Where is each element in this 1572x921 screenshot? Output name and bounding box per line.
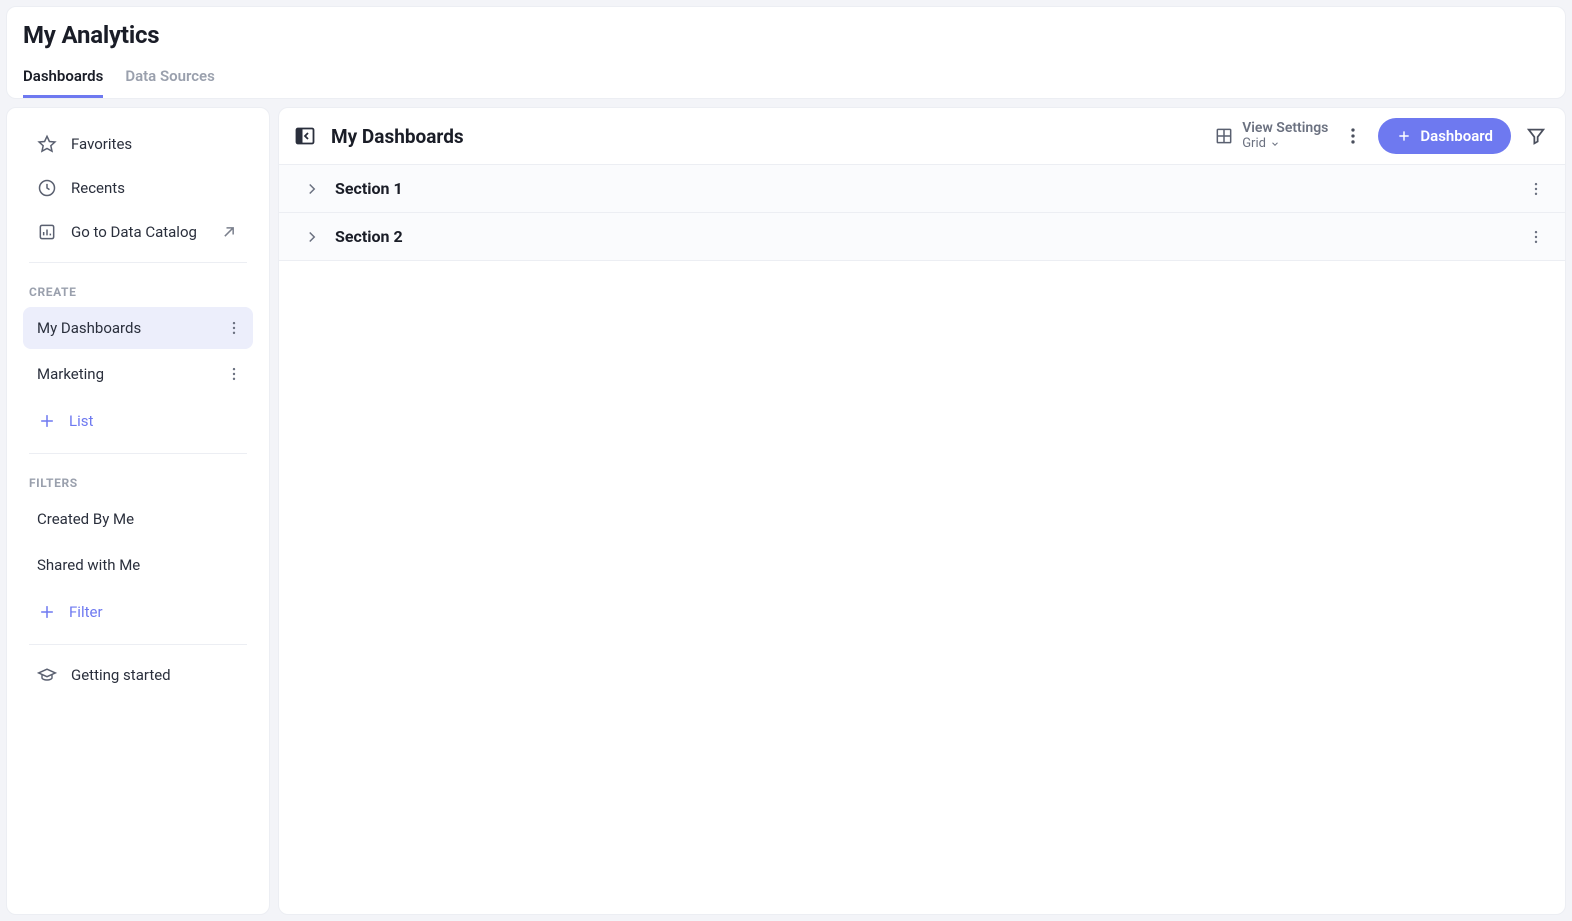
divider — [29, 644, 247, 645]
sidebar-item-created-by-me[interactable]: Created By Me — [23, 498, 253, 540]
app-root: My Analytics Dashboards Data Sources Fav… — [6, 6, 1566, 915]
clock-icon — [37, 178, 57, 198]
catalog-icon — [37, 222, 57, 242]
sidebar-add-label: List — [69, 412, 93, 430]
sidebar: Favorites Recents Go to Data Catalog — [6, 107, 270, 915]
chevron-right-icon[interactable] — [303, 180, 321, 198]
chevron-right-icon[interactable] — [303, 228, 321, 246]
section-title: Section 2 — [335, 227, 1513, 246]
plus-icon — [37, 411, 57, 431]
sidebar-getting-started-section: Getting started — [13, 653, 263, 697]
sidebar-nav-section: Favorites Recents Go to Data Catalog — [13, 122, 263, 254]
chevron-down-icon — [1270, 139, 1280, 149]
divider — [29, 262, 247, 263]
section-more-button[interactable] — [1527, 228, 1545, 246]
sidebar-item-label: Favorites — [71, 135, 132, 153]
app-body: Favorites Recents Go to Data Catalog — [6, 107, 1566, 915]
sidebar-add-list[interactable]: List — [23, 399, 253, 443]
sidebar-item-favorites[interactable]: Favorites — [23, 122, 253, 166]
more-icon[interactable] — [225, 365, 243, 383]
graduation-cap-icon — [37, 665, 57, 685]
sidebar-item-marketing[interactable]: Marketing — [23, 353, 253, 395]
sidebar-item-data-catalog[interactable]: Go to Data Catalog — [23, 210, 253, 254]
grid-icon — [1214, 126, 1234, 146]
add-dashboard-label: Dashboard — [1420, 127, 1493, 145]
sidebar-create-header: CREATE — [13, 271, 263, 305]
tab-data-sources[interactable]: Data Sources — [125, 67, 215, 98]
star-icon — [37, 134, 57, 154]
filter-button[interactable] — [1525, 125, 1547, 147]
plus-icon — [1396, 128, 1412, 144]
view-settings-label: View Settings — [1242, 120, 1328, 136]
sidebar-item-my-dashboards[interactable]: My Dashboards — [23, 307, 253, 349]
header-tabs: Dashboards Data Sources — [23, 67, 1549, 98]
divider — [29, 453, 247, 454]
collapse-sidebar-icon[interactable] — [293, 124, 317, 148]
section-more-button[interactable] — [1527, 180, 1545, 198]
sidebar-item-label: Getting started — [71, 666, 171, 684]
sidebar-add-label: Filter — [69, 603, 103, 621]
view-settings-text: View Settings Grid — [1242, 120, 1328, 151]
sidebar-item-label: My Dashboards — [37, 319, 141, 337]
view-settings-value-text: Grid — [1242, 137, 1266, 152]
header-more-button[interactable] — [1342, 125, 1364, 147]
tab-dashboards[interactable]: Dashboards — [23, 67, 103, 98]
view-settings[interactable]: View Settings Grid — [1214, 120, 1328, 151]
sidebar-item-label: Recents — [71, 179, 125, 197]
app-header: My Analytics Dashboards Data Sources — [6, 6, 1566, 99]
sidebar-item-label: Created By Me — [37, 510, 134, 528]
main-panel: My Dashboards View Settings Grid — [278, 107, 1566, 915]
sidebar-item-shared-with-me[interactable]: Shared with Me — [23, 544, 253, 586]
sidebar-add-filter[interactable]: Filter — [23, 590, 253, 634]
sidebar-item-label: Go to Data Catalog — [71, 223, 205, 241]
main-title: My Dashboards — [331, 125, 464, 148]
section-title: Section 1 — [335, 179, 1513, 198]
sidebar-item-recents[interactable]: Recents — [23, 166, 253, 210]
sidebar-item-label: Marketing — [37, 365, 104, 383]
app-title: My Analytics — [23, 21, 1549, 49]
add-dashboard-button[interactable]: Dashboard — [1378, 118, 1511, 154]
plus-icon — [37, 602, 57, 622]
section-row[interactable]: Section 1 — [279, 165, 1565, 213]
sidebar-item-label: Shared with Me — [37, 556, 140, 574]
main-header: My Dashboards View Settings Grid — [279, 108, 1565, 165]
sidebar-filters-header: FILTERS — [13, 462, 263, 496]
view-settings-value: Grid — [1242, 137, 1328, 152]
sidebar-item-getting-started[interactable]: Getting started — [23, 653, 253, 697]
section-row[interactable]: Section 2 — [279, 213, 1565, 261]
more-icon[interactable] — [225, 319, 243, 337]
external-link-icon — [219, 222, 239, 242]
